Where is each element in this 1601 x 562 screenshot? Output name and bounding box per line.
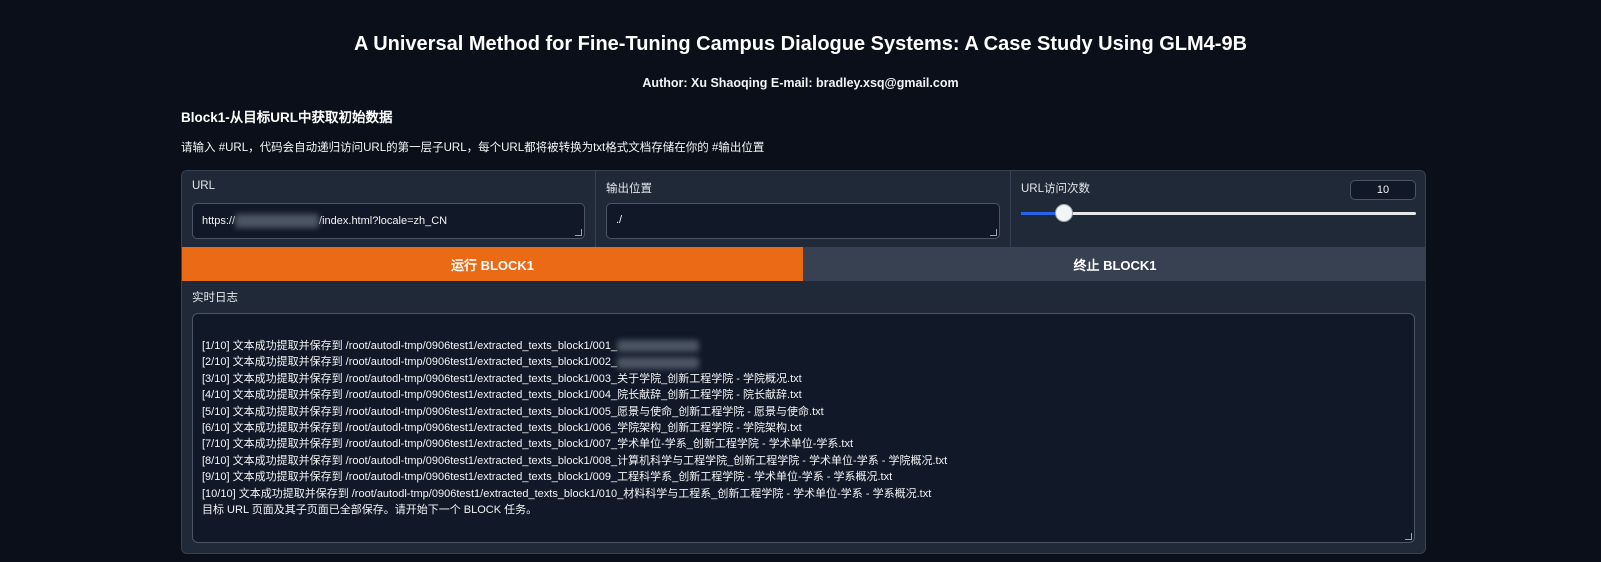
url-value-prefix: https:// — [202, 214, 236, 227]
output-value: ./ — [616, 214, 623, 226]
log-line: [3/10] 文本成功提取并保存到 /root/autodl-tmp/0906t… — [202, 371, 1405, 387]
log-line: [8/10] 文本成功提取并保存到 /root/autodl-tmp/0906t… — [202, 453, 1405, 469]
log-line: [2/10] 文本成功提取并保存到 /root/autodl-tmp/0906t… — [202, 354, 1405, 370]
visit-count-number-input[interactable]: 10 — [1350, 180, 1416, 200]
redacted-blur — [617, 340, 700, 353]
url-field: URL https:// /index.html?locale=zh_CN — [182, 171, 596, 247]
redacted-blur — [617, 356, 700, 369]
block1-description: 请输入 #URL，代码会自动递归访问URL的第一层子URL，每个URL都将被转换… — [181, 142, 765, 154]
url-value-suffix: /index.html?locale=zh_CN — [319, 214, 448, 227]
log-line-text: [7/10] 文本成功提取并保存到 /root/autodl-tmp/0906t… — [202, 438, 854, 451]
log-line: [1/10] 文本成功提取并保存到 /root/autodl-tmp/0906t… — [202, 338, 1405, 354]
log-line-text: 目标 URL 页面及其子页面已全部保存。请开始下一个 BLOCK 任务。 — [202, 504, 538, 517]
log-line: [9/10] 文本成功提取并保存到 /root/autodl-tmp/0906t… — [202, 469, 1405, 485]
log-line-text: [5/10] 文本成功提取并保存到 /root/autodl-tmp/0906t… — [202, 405, 824, 418]
run-block1-button[interactable]: 运行 BLOCK1 — [182, 247, 803, 281]
output-field: 输出位置 ./ — [596, 171, 1011, 247]
log-label: 实时日志 — [192, 292, 238, 304]
visit-count-field: URL访问次数 10 — [1011, 171, 1425, 247]
log-line-text: [2/10] 文本成功提取并保存到 /root/autodl-tmp/0906t… — [202, 356, 618, 369]
log-line-text: [1/10] 文本成功提取并保存到 /root/autodl-tmp/0906t… — [202, 340, 618, 352]
block1-panel: URL https:// /index.html?locale=zh_CN 输出位… — [181, 170, 1426, 554]
log-line: [6/10] 文本成功提取并保存到 /root/autodl-tmp/0906t… — [202, 420, 1405, 436]
url-input[interactable]: https:// /index.html?locale=zh_CN — [192, 203, 585, 239]
log-line: [10/10] 文本成功提取并保存到 /root/autodl-tmp/0906… — [202, 486, 1405, 502]
visit-count-slider[interactable] — [1021, 204, 1416, 222]
log-line: [5/10] 文本成功提取并保存到 /root/autodl-tmp/0906t… — [202, 404, 1405, 420]
output-label: 输出位置 — [606, 183, 652, 195]
log-line-text: [8/10] 文本成功提取并保存到 /root/autodl-tmp/0906t… — [202, 454, 948, 467]
resize-handle-icon[interactable] — [990, 229, 997, 236]
log-line: [7/10] 文本成功提取并保存到 /root/autodl-tmp/0906t… — [202, 436, 1405, 452]
log-line-text: [9/10] 文本成功提取并保存到 /root/autodl-tmp/0906t… — [202, 471, 893, 484]
block1-heading: Block1-从目标URL中获取初始数据 — [181, 110, 393, 125]
log-line: [4/10] 文本成功提取并保存到 /root/autodl-tmp/0906t… — [202, 387, 1405, 403]
resize-handle-icon[interactable] — [1405, 533, 1412, 540]
author-line: Author: Xu Shaoqing E-mail: bradley.xsq@… — [642, 76, 959, 90]
page-title: A Universal Method for Fine-Tuning Campu… — [353, 33, 1248, 55]
url-label: URL — [192, 180, 216, 192]
resize-handle-icon[interactable] — [575, 229, 582, 236]
redacted-blur — [235, 214, 320, 228]
log-line-text: [4/10] 文本成功提取并保存到 /root/autodl-tmp/0906t… — [202, 389, 802, 402]
log-line-text: [10/10] 文本成功提取并保存到 /root/autodl-tmp/0906… — [202, 487, 932, 500]
log-line-text: [6/10] 文本成功提取并保存到 /root/autodl-tmp/0906t… — [202, 422, 802, 435]
output-input[interactable]: ./ — [606, 203, 1000, 239]
slider-thumb[interactable] — [1055, 204, 1074, 222]
log-line-text: [3/10] 文本成功提取并保存到 /root/autodl-tmp/0906t… — [202, 372, 802, 385]
stop-block1-button[interactable]: 终止 BLOCK1 — [803, 247, 1425, 281]
log-line: 目标 URL 页面及其子页面已全部保存。请开始下一个 BLOCK 任务。 — [202, 502, 1405, 518]
log-textarea[interactable]: [1/10] 文本成功提取并保存到 /root/autodl-tmp/0906t… — [192, 313, 1415, 543]
input-row: URL https:// /index.html?locale=zh_CN 输出位… — [182, 171, 1425, 247]
